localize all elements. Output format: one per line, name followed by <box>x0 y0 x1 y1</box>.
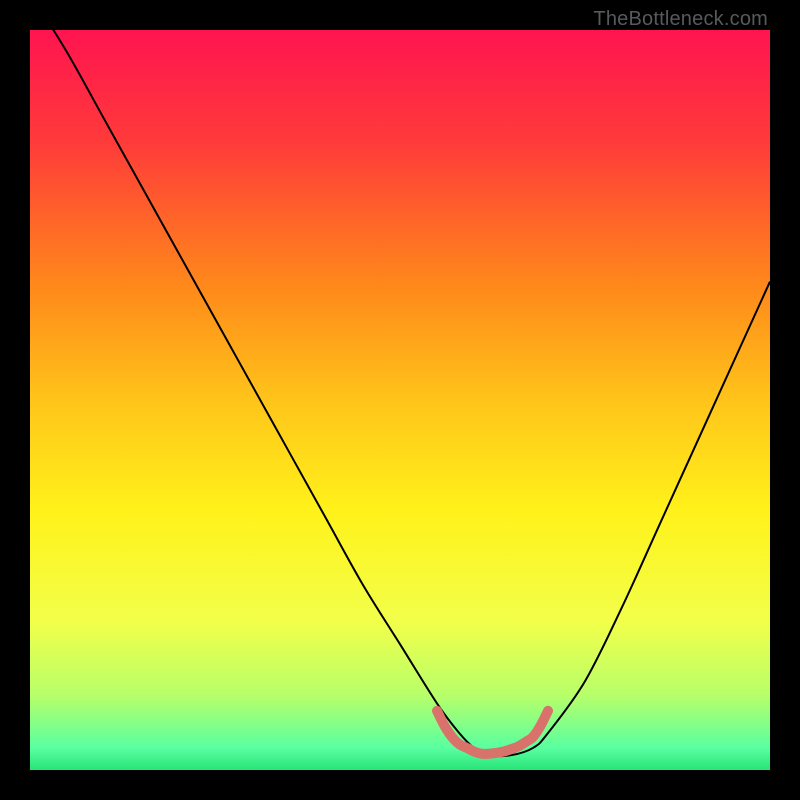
optimal-zone-marker <box>437 711 548 754</box>
watermark-text: TheBottleneck.com <box>593 8 768 31</box>
chart-plot-area <box>30 30 770 770</box>
bottleneck-curve <box>30 30 770 756</box>
chart-curve-layer <box>30 30 770 770</box>
